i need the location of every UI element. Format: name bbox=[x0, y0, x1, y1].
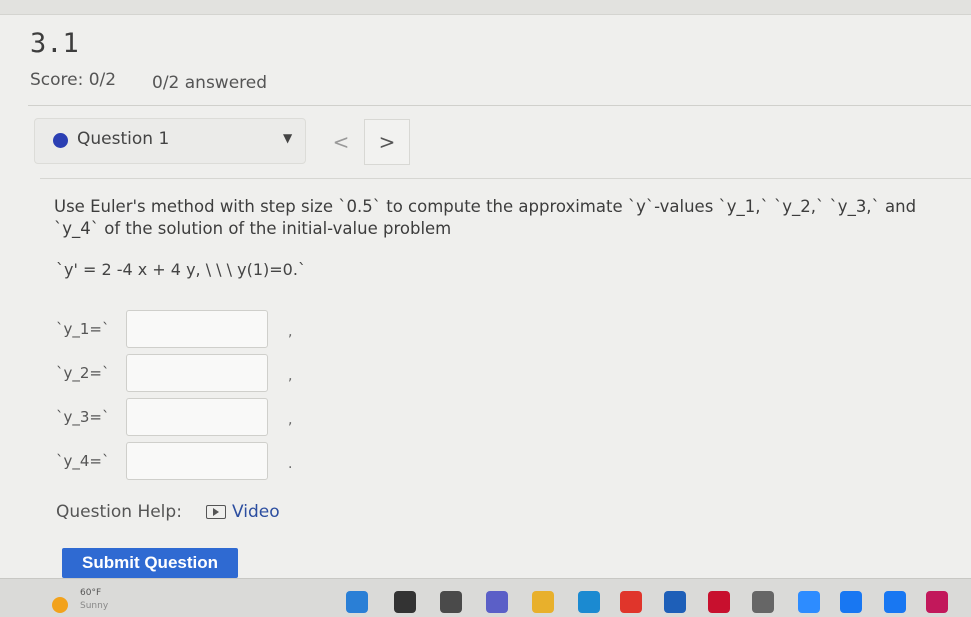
answer-punct: , bbox=[288, 412, 293, 428]
page: 3.1 Score: 0/2 0/2 answered Question 1 ▼… bbox=[0, 0, 971, 578]
chevron-right-icon: > bbox=[378, 130, 396, 154]
question-select[interactable]: Question 1 ▼ bbox=[34, 118, 306, 164]
top-strip bbox=[0, 0, 971, 15]
file-explorer-icon[interactable] bbox=[440, 591, 462, 613]
prev-question-button[interactable]: < bbox=[318, 119, 364, 165]
edge-browser-icon[interactable] bbox=[578, 591, 600, 613]
video-help-link[interactable]: Video bbox=[206, 502, 280, 522]
mail-icon[interactable] bbox=[664, 591, 686, 613]
question-text: Use Euler's method with step size `0.5` … bbox=[54, 196, 964, 240]
chevron-left-icon: < bbox=[332, 130, 350, 154]
facebook-icon[interactable] bbox=[840, 591, 862, 613]
answer-input-y3[interactable] bbox=[126, 398, 268, 436]
answer-label: `y_3=` bbox=[56, 408, 110, 426]
office-icon[interactable] bbox=[620, 591, 642, 613]
answer-label: `y_4=` bbox=[56, 452, 110, 470]
weather-condition: Sunny bbox=[80, 601, 109, 611]
next-question-button[interactable]: > bbox=[364, 119, 410, 165]
windows-start-icon[interactable] bbox=[346, 591, 368, 613]
answer-input-y4[interactable] bbox=[126, 442, 268, 480]
zoom-icon[interactable] bbox=[798, 591, 820, 613]
answer-label: `y_2=` bbox=[56, 364, 110, 382]
photos-icon[interactable] bbox=[926, 591, 948, 613]
answer-label: `y_1=` bbox=[56, 320, 110, 338]
question-line-2: `y_4` of the solution of the initial-val… bbox=[54, 219, 452, 238]
question-select-label: Question 1 bbox=[77, 129, 170, 149]
mcafee-icon[interactable] bbox=[708, 591, 730, 613]
divider bbox=[28, 105, 971, 106]
sun-weather-icon[interactable] bbox=[52, 597, 68, 613]
caret-down-icon: ▼ bbox=[283, 131, 293, 145]
equation: `y' = 2 -4 x + 4 y, \ \ \ y(1)=0.` bbox=[56, 260, 306, 279]
divider bbox=[40, 178, 971, 179]
question-status-dot bbox=[53, 133, 68, 148]
facebook-icon-2[interactable] bbox=[884, 591, 906, 613]
question-help-label: Question Help: bbox=[56, 502, 182, 522]
answer-punct: , bbox=[288, 324, 293, 340]
teams-chat-icon[interactable] bbox=[486, 591, 508, 613]
submit-question-button[interactable]: Submit Question bbox=[62, 548, 238, 578]
page-title: 3.1 bbox=[30, 28, 79, 59]
video-play-icon bbox=[206, 505, 226, 519]
search-icon[interactable] bbox=[394, 591, 416, 613]
score-text: Score: 0/2 bbox=[30, 70, 117, 90]
folder-icon[interactable] bbox=[532, 591, 554, 613]
weather-temp: 60°F bbox=[80, 588, 102, 598]
answer-punct: , bbox=[288, 368, 293, 384]
settings-gear-icon[interactable] bbox=[752, 591, 774, 613]
video-link-label: Video bbox=[232, 502, 280, 522]
answer-input-y1[interactable] bbox=[126, 310, 268, 348]
answer-input-y2[interactable] bbox=[126, 354, 268, 392]
answered-count: 0/2 answered bbox=[152, 73, 268, 93]
answer-punct: . bbox=[288, 456, 293, 472]
question-line-1: Use Euler's method with step size `0.5` … bbox=[54, 197, 917, 216]
taskbar: 60°F Sunny bbox=[0, 578, 971, 617]
